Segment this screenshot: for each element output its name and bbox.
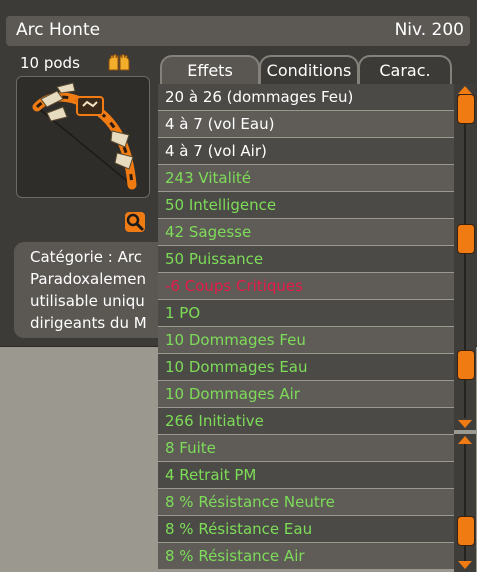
scroll-up-arrow-icon[interactable] xyxy=(458,436,472,444)
item-pods: 10 pods xyxy=(20,54,80,72)
effect-row: 266 Initiative xyxy=(158,408,454,434)
effect-row: 8 % Résistance Air xyxy=(158,543,454,569)
two-hands-icon xyxy=(107,54,131,76)
effect-text: 4 à 7 (vol Air) xyxy=(165,142,267,160)
effect-row: 243 Vitalité xyxy=(158,165,454,191)
effect-text: 8 % Résistance Neutre xyxy=(165,493,335,511)
description-line: Paradoxalemen xyxy=(30,270,146,288)
scroll-up-arrow-icon[interactable] xyxy=(458,86,472,94)
effect-row: 4 à 7 (vol Air) xyxy=(158,138,454,164)
effect-text: 4 Retrait PM xyxy=(165,466,257,484)
tab-effets[interactable]: Effets xyxy=(160,55,260,85)
effect-row: 1 PO xyxy=(158,300,454,326)
effect-text: 42 Sagesse xyxy=(165,223,252,241)
effect-row: 4 Retrait PM xyxy=(158,462,454,488)
scroll-down-arrow-icon[interactable] xyxy=(458,561,472,569)
item-title-bar: Arc Honte Niv. 200 xyxy=(6,16,470,46)
scroll-thumb[interactable] xyxy=(457,516,475,546)
effect-row: 8 % Résistance Eau xyxy=(158,516,454,542)
effect-text: 50 Intelligence xyxy=(165,196,277,214)
effect-text: 10 Dommages Eau xyxy=(165,358,308,376)
effect-text: 266 Initiative xyxy=(165,412,264,430)
effect-text: -6 Coups Critiques xyxy=(165,277,303,295)
bow-illustration xyxy=(32,82,137,190)
effect-row: 8 Fuite xyxy=(158,435,454,461)
description-line: utilisable uniqu xyxy=(30,292,145,310)
description-line: dirigeants du M xyxy=(30,314,147,332)
effect-row: 42 Sagesse xyxy=(158,219,454,245)
scroll-down-arrow-icon[interactable] xyxy=(458,420,472,428)
effect-row: 50 Intelligence xyxy=(158,192,454,218)
tab-carac[interactable]: Carac. xyxy=(358,55,452,85)
effect-text: 4 à 7 (vol Eau) xyxy=(165,115,275,133)
zoom-button[interactable] xyxy=(125,212,145,232)
scroll-thumb[interactable] xyxy=(457,350,475,380)
effect-row: 20 à 26 (dommages Feu) xyxy=(158,84,454,110)
scroll-thumb[interactable] xyxy=(457,224,475,254)
effect-row: 8 % Résistance Neutre xyxy=(158,489,454,515)
effect-row: 10 Dommages Feu xyxy=(158,327,454,353)
item-name: Arc Honte xyxy=(16,20,101,40)
tab-conditions[interactable]: Conditions xyxy=(259,55,359,85)
item-image xyxy=(16,76,150,198)
description-line: Catégorie : Arc xyxy=(30,248,142,266)
item-description: Catégorie : Arc Paradoxalemen utilisable… xyxy=(14,242,174,338)
effects-list[interactable]: 20 à 26 (dommages Feu) 4 à 7 (vol Eau) 4 à… xyxy=(158,84,454,572)
item-level: Niv. 200 xyxy=(394,20,464,40)
effect-text: 243 Vitalité xyxy=(165,169,252,187)
scroll-thumb[interactable] xyxy=(457,94,475,124)
magnifier-icon xyxy=(126,213,144,231)
effect-text: 50 Puissance xyxy=(165,250,264,268)
effect-row: -6 Coups Critiques xyxy=(158,273,454,299)
effect-text: 10 Dommages Air xyxy=(165,385,300,403)
effect-row: 10 Dommages Air xyxy=(158,381,454,407)
effect-row: 10 Dommages Eau xyxy=(158,354,454,380)
effects-scrollbar-top[interactable] xyxy=(454,84,476,430)
effect-text: 10 Dommages Feu xyxy=(165,331,306,349)
effects-scrollbar-bottom[interactable] xyxy=(454,434,476,572)
effect-text: 20 à 26 (dommages Feu) xyxy=(165,88,354,106)
effect-text: 1 PO xyxy=(165,304,201,322)
effect-row: 4 à 7 (vol Eau) xyxy=(158,111,454,137)
effect-text: 8 % Résistance Eau xyxy=(165,520,313,538)
effect-text: 8 Fuite xyxy=(165,439,216,457)
effect-row: 50 Puissance xyxy=(158,246,454,272)
effect-text: 8 % Résistance Air xyxy=(165,547,305,565)
